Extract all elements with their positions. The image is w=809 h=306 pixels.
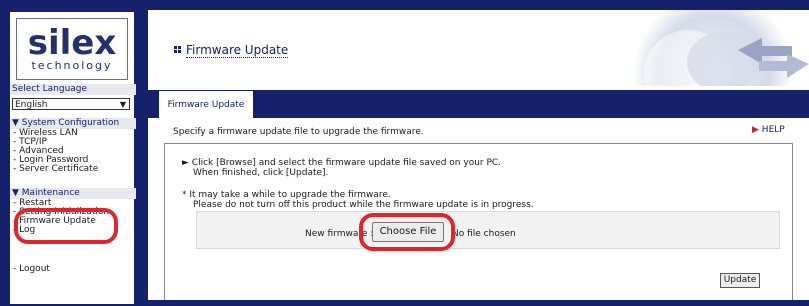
logo-word: silex	[27, 23, 117, 63]
system-configuration-menu: - Wireless LAN - TCP/IP - Advanced - Log…	[13, 129, 98, 174]
instruction-text: Specify a firmware update file to upgrad…	[173, 127, 424, 137]
logo-subtitle: technology	[31, 59, 113, 72]
page-title: Firmware Update	[186, 43, 289, 58]
note-lines: * It may take a while to upgrade the fir…	[182, 190, 534, 210]
page-header: Firmware Update	[148, 10, 809, 86]
highlight-ring-firmware-update	[14, 208, 118, 244]
step-line: ► Click [Browse] and select the firmware…	[182, 158, 502, 168]
highlight-ring-choose-file	[359, 213, 455, 251]
note-line: Please do not turn off this product whil…	[193, 200, 534, 210]
update-button[interactable]: Update	[720, 273, 760, 288]
title-bullet-icon	[174, 46, 182, 54]
language-select[interactable]: English ▼	[12, 98, 130, 110]
select-language-label: Select Language	[10, 84, 136, 95]
menu-item-logout[interactable]: - Logout	[13, 264, 50, 274]
help-link[interactable]: ▶ HELP	[752, 125, 785, 135]
language-select-value: English	[15, 100, 48, 110]
menu-item-server-certificate[interactable]: - Server Certificate	[13, 165, 98, 174]
no-file-chosen-text: No file chosen	[452, 229, 516, 239]
step-line: When finished, click [Update].	[193, 168, 329, 178]
logo: silex technology	[16, 18, 128, 80]
chevron-down-icon: ▼	[119, 100, 126, 109]
tab-firmware-update[interactable]: Firmware Update	[158, 90, 254, 118]
help-icon: ▶	[752, 125, 759, 135]
help-label: HELP	[761, 125, 785, 135]
note-line: * It may take a while to upgrade the fir…	[182, 190, 391, 200]
step-lines: ► Click [Browse] and select the firmware…	[182, 158, 501, 178]
sidebar: silex technology Select Language English…	[8, 10, 136, 306]
